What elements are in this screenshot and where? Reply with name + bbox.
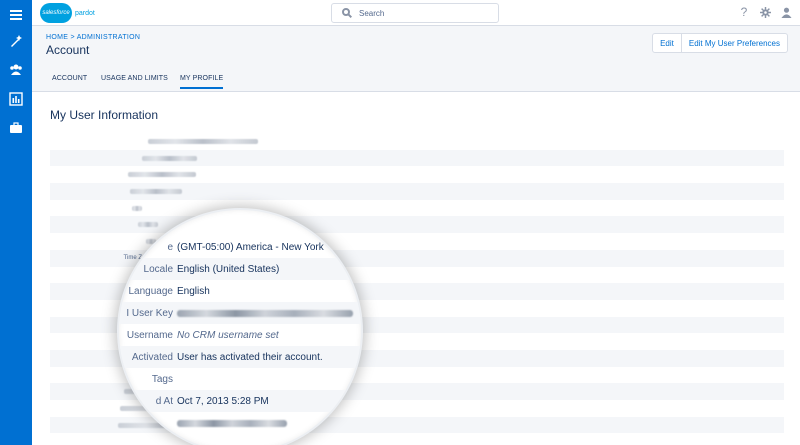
table-row [50,166,784,183]
breadcrumb[interactable]: HOME > ADMINISTRATION [46,34,140,41]
tab-my-profile[interactable]: MY PROFILE [180,75,224,89]
header-button-group: Edit Edit My User Preferences [652,33,788,53]
salesforce-pardot-logo[interactable]: salesforce pardot [40,2,95,24]
redacted-value [132,205,142,211]
section-title: My User Information [50,108,159,122]
reports-icon[interactable] [6,89,26,109]
magnified-value: Oct 7, 2013 5:28 PM [177,395,269,407]
tab-account[interactable]: ACCOUNT [52,75,87,82]
magnified-row: d At Oct 7, 2013 5:28 PM [119,390,361,412]
magnified-value: English [177,285,210,297]
edit-preferences-button[interactable]: Edit My User Preferences [680,34,787,52]
page-title: Account [46,43,90,57]
magnified-value: No CRM username set [177,329,279,341]
edit-button[interactable]: Edit [653,34,681,52]
menu-icon[interactable] [6,5,26,25]
table-row [50,216,784,234]
magnifier-lens: e (GMT-05:00) America - New York Locale Eng… [119,210,361,445]
logo-cloud: salesforce [40,3,72,23]
search-input[interactable]: Search [331,3,499,23]
redacted-value [138,222,158,228]
logo-product: pardot [75,9,95,17]
magnified-label: Tags [151,373,173,385]
search-placeholder: Search [359,8,385,18]
magnified-label: Language [128,285,174,297]
users-icon[interactable] [6,60,26,80]
redacted-value [148,138,258,144]
magnified-value: (GMT-05:00) America - New York [177,241,324,253]
magnified-label: Activated [131,351,173,363]
magnified-value: English (United States) [177,263,280,275]
magnified-row: Tags [119,368,361,390]
magnified-label: e [167,241,173,253]
magnified-row: e (GMT-05:00) America - New York [119,236,361,258]
table-row [50,149,784,167]
settings-icon[interactable] [759,5,771,19]
page-header: HOME > ADMINISTRATION Account Edit Edit … [32,26,800,68]
magnified-row [119,412,361,434]
tab-usage-and-limits[interactable]: USAGE AND LIMITS [101,75,168,82]
redacted-value [142,155,197,161]
user-icon[interactable] [780,5,792,19]
magnified-row: I User Key [119,302,361,324]
table-row [50,200,784,217]
briefcase-icon[interactable] [6,118,26,138]
redacted-value [128,172,196,178]
table-row [50,183,784,200]
magnified-label: I User Key [126,307,173,319]
tab-bar: ACCOUNT USAGE AND LIMITS MY PROFILE [32,68,800,92]
magnified-row: Language English [119,280,361,302]
magnified-label: d At [155,395,173,407]
redacted-value [177,419,287,427]
table-row [50,133,784,150]
magnified-row: Username No CRM username set [119,324,361,346]
help-icon[interactable]: ? [738,5,750,19]
top-bar: salesforce pardot Search ? [32,0,800,26]
redacted-value [177,309,353,317]
search-icon [342,8,352,18]
wand-icon[interactable] [6,31,26,51]
magnified-label: Username [126,329,173,341]
magnified-row: Activated User has activated their accoun… [119,346,361,368]
magnified-row: Locale English (United States) [119,258,361,280]
magnified-label: Locale [143,263,173,275]
left-navigation [0,0,32,445]
redacted-value [130,188,182,194]
magnified-value: User has activated their account. [177,351,323,363]
